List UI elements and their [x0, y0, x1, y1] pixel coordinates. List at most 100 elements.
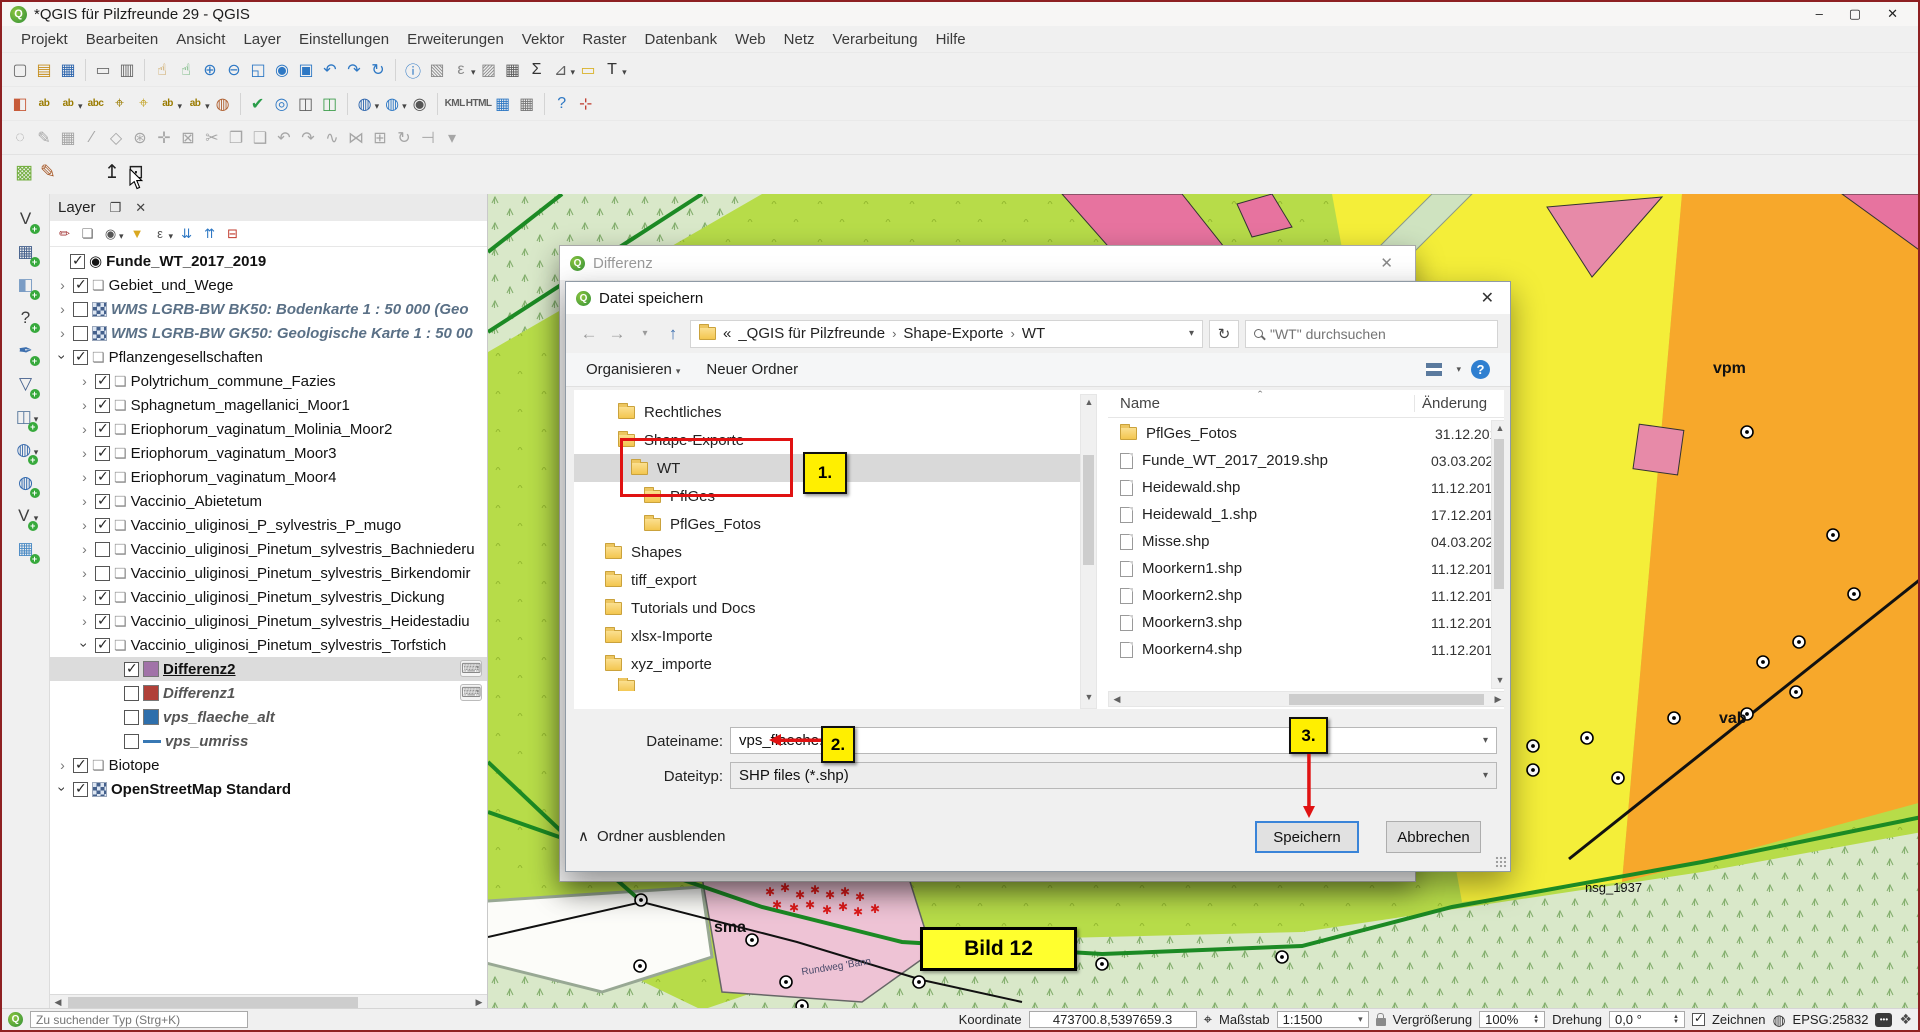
- expander-icon[interactable]: ›: [78, 469, 91, 485]
- layer-checkbox[interactable]: [70, 254, 85, 269]
- minimize-button[interactable]: –: [1816, 6, 1823, 22]
- close-panel-icon[interactable]: ✕: [135, 200, 146, 216]
- save-edits-icon[interactable]: ▦: [56, 126, 80, 150]
- layer-item-Differenz2[interactable]: Differenz2⌨: [50, 657, 487, 681]
- menu-hilfe[interactable]: Hilfe: [927, 28, 975, 51]
- filetype-dropdown-icon[interactable]: ▾: [1483, 770, 1488, 781]
- manage-map-themes-icon[interactable]: ▩: [12, 161, 36, 185]
- projection-globe-icon[interactable]: ◍: [1772, 1011, 1785, 1029]
- project-new-icon[interactable]: ▢: [8, 58, 32, 82]
- grid-tools-icon[interactable]: ▦: [491, 92, 515, 116]
- search-layers-icon[interactable]: ◉: [408, 92, 432, 116]
- more-digitizing-icon[interactable]: ▾: [440, 126, 464, 150]
- expander-icon[interactable]: ›: [56, 277, 69, 293]
- breadcrumb-home[interactable]: «: [723, 325, 731, 342]
- layer-checkbox[interactable]: [95, 638, 110, 653]
- layer-item-vps_umriss[interactable]: vps_umriss: [50, 729, 487, 753]
- layer-labeling-icon[interactable]: ab: [32, 92, 56, 116]
- menu-vektor[interactable]: Vektor: [513, 28, 574, 51]
- add-delimited-text-icon[interactable]: ?: [14, 306, 38, 330]
- file-item-Funde_WT_2017_2019.shp[interactable]: Funde_WT_2017_2019.shp03.03.202: [1108, 447, 1491, 474]
- menu-ansicht[interactable]: Ansicht: [167, 28, 234, 51]
- expander-icon[interactable]: ›: [78, 565, 91, 581]
- expander-icon[interactable]: ›: [78, 397, 91, 413]
- menu-netz[interactable]: Netz: [775, 28, 824, 51]
- cut-features-icon[interactable]: ✂: [200, 126, 224, 150]
- add-postgis-layer-icon[interactable]: ◫: [12, 405, 36, 429]
- layer-item-Funde_WT_2017_2019[interactable]: ◉Funde_WT_2017_2019: [50, 249, 487, 273]
- up-icon[interactable]: ↑: [662, 324, 684, 344]
- breadcrumb-dropdown-icon[interactable]: ▾: [1189, 328, 1194, 339]
- expander-icon[interactable]: ›: [78, 493, 91, 509]
- help-icon[interactable]: ?: [550, 92, 574, 116]
- new-print-layout-icon[interactable]: ▭: [91, 58, 115, 82]
- file-item-Heidewald.shp[interactable]: Heidewald.shp11.12.201: [1108, 474, 1491, 501]
- import-photos-icon[interactable]: ↥: [100, 161, 124, 185]
- file-item-Heidewald_1.shp[interactable]: Heidewald_1.shp17.12.201: [1108, 501, 1491, 528]
- layer-checkbox[interactable]: [95, 470, 110, 485]
- copy-features-icon[interactable]: ❐: [224, 126, 248, 150]
- maximize-button[interactable]: ▢: [1849, 6, 1861, 22]
- layer-checkbox[interactable]: [95, 518, 110, 533]
- delete-selected-icon[interactable]: ⊠: [176, 126, 200, 150]
- zoom-next-icon[interactable]: ↷: [342, 58, 366, 82]
- text-annotation-icon[interactable]: T: [600, 58, 624, 82]
- back-icon[interactable]: ←: [578, 324, 600, 344]
- add-virtual-layer-icon[interactable]: ▽: [14, 372, 38, 396]
- expander-icon[interactable]: ›: [78, 421, 91, 437]
- statistics-icon[interactable]: Σ: [525, 58, 549, 82]
- save-dialog-close-icon[interactable]: ✕: [1481, 288, 1500, 308]
- menu-datenbank[interactable]: Datenbank: [636, 28, 727, 51]
- layer-checkbox[interactable]: [73, 326, 88, 341]
- expander-icon[interactable]: ›: [78, 517, 91, 533]
- zoom-last-icon[interactable]: ↶: [318, 58, 342, 82]
- spinner-icons[interactable]: ▲▼: [1673, 1015, 1679, 1025]
- check-geometries-icon[interactable]: ✔: [246, 92, 270, 116]
- hide-folders-button[interactable]: ∧ Ordner ausblenden: [578, 827, 725, 845]
- breadcrumb-part[interactable]: WT: [1022, 325, 1045, 342]
- scroll-left-icon[interactable]: ◀: [1109, 692, 1125, 707]
- view-mode-icon[interactable]: [1426, 363, 1442, 376]
- zoom-in-icon[interactable]: ⊕: [198, 58, 222, 82]
- layer-checkbox[interactable]: [124, 662, 139, 677]
- expander-icon[interactable]: ›: [56, 301, 69, 317]
- labeling-options-icon[interactable]: ab: [56, 92, 80, 116]
- layer-item-vps_flaeche_alt[interactable]: vps_flaeche_alt: [50, 705, 487, 729]
- breadcrumb-part[interactable]: _QGIS für Pilzfreunde: [738, 325, 885, 342]
- magnifier-spinbox[interactable]: 100%▲▼: [1479, 1011, 1545, 1028]
- refresh-icon[interactable]: ↻: [1209, 320, 1239, 348]
- cancel-button[interactable]: Abbrechen: [1386, 821, 1481, 853]
- move-label-icon[interactable]: ab: [156, 92, 180, 116]
- digitize-polygon-icon[interactable]: ◇: [104, 126, 128, 150]
- coordinate-capture-icon[interactable]: ⊹: [574, 92, 598, 116]
- file-item-Moorkern4.shp[interactable]: Moorkern4.shp11.12.201: [1108, 636, 1491, 659]
- add-wcs-layer-icon[interactable]: ◍: [14, 471, 38, 495]
- layer-item-WMS LGRB-BW BK50: Bodenkarte 1 : 50 000 (Geo[interactable]: ›WMS LGRB-BW BK50: Bodenkarte 1 : 50 000…: [50, 297, 487, 321]
- scrollbar-thumb[interactable]: [1494, 439, 1504, 589]
- locator-input[interactable]: [36, 1013, 242, 1027]
- render-checkbox[interactable]: [1692, 1013, 1705, 1026]
- move-feature-icon[interactable]: ✛: [152, 126, 176, 150]
- wms-service-icon[interactable]: ◍: [353, 92, 377, 116]
- add-mesh-layer-icon[interactable]: ◧: [14, 273, 38, 297]
- filename-dropdown-icon[interactable]: ▾: [1483, 735, 1488, 746]
- float-panel-icon[interactable]: ❐: [110, 200, 122, 216]
- menu-web[interactable]: Web: [726, 28, 775, 51]
- scroll-up-icon[interactable]: ▲: [1081, 395, 1097, 410]
- offline-editing-icon[interactable]: ◫: [318, 92, 342, 116]
- layer-checkbox[interactable]: [95, 542, 110, 557]
- measure-icon[interactable]: ⊿: [549, 58, 573, 82]
- layer-checkbox[interactable]: [95, 398, 110, 413]
- expander-icon[interactable]: ›: [55, 351, 71, 364]
- layer-checkbox[interactable]: [95, 422, 110, 437]
- folder-item-xlsx-Importe[interactable]: xlsx-Importe: [574, 622, 1080, 650]
- rotate-feature-icon[interactable]: ↻: [392, 126, 416, 150]
- menu-raster[interactable]: Raster: [573, 28, 635, 51]
- expander-icon[interactable]: ›: [78, 589, 91, 605]
- folder-item-PflGes_Fotos[interactable]: PflGes_Fotos: [574, 510, 1080, 538]
- layer-checkbox[interactable]: [95, 566, 110, 581]
- layer-item-Polytrichum_commune_Fazies[interactable]: ›❏Polytrichum_commune_Fazies: [50, 369, 487, 393]
- label-toolbar-icon[interactable]: abc: [84, 92, 108, 116]
- open-layer-styling-icon[interactable]: ✏: [54, 223, 75, 244]
- digitize-line-icon[interactable]: ∕: [80, 126, 104, 150]
